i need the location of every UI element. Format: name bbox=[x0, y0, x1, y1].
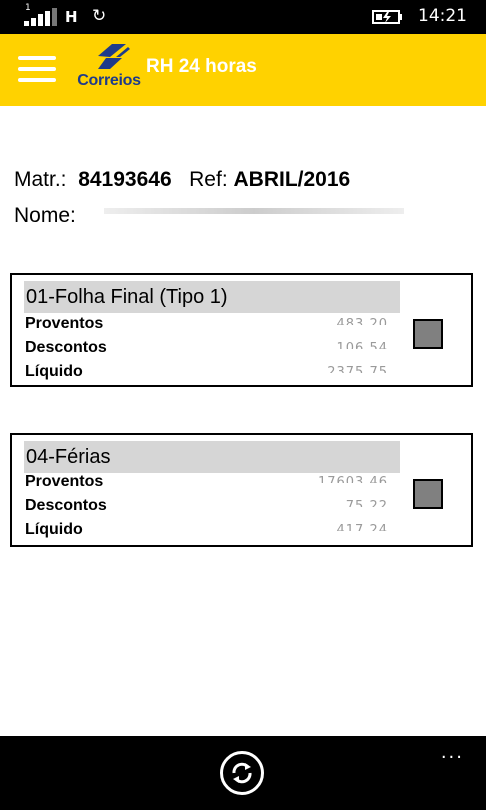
proventos-label: Proventos bbox=[25, 473, 104, 490]
clock: 14:21 bbox=[418, 6, 467, 26]
descontos-label: Descontos bbox=[25, 497, 107, 514]
bottom-app-bar: ... bbox=[0, 736, 486, 810]
logo-text: Correios bbox=[77, 72, 141, 89]
correios-logo-mark bbox=[98, 44, 130, 69]
matr-value: 84193646 bbox=[78, 168, 172, 191]
card-title: 01-Folha Final (Tipo 1) bbox=[24, 281, 400, 313]
refresh-icon bbox=[232, 762, 252, 784]
proventos-label: Proventos bbox=[25, 315, 104, 332]
app-title: RH 24 horas bbox=[146, 56, 257, 77]
matricula-line: Matr.: 84193646 Ref: ABRIL/2016 bbox=[14, 168, 350, 192]
liquido-label: Líquido bbox=[25, 363, 83, 380]
descontos-value: 75,22 bbox=[345, 499, 388, 507]
proventos-value: 483,20 bbox=[336, 317, 388, 325]
name-redacted bbox=[104, 208, 404, 214]
sync-icon: ↻ bbox=[92, 6, 107, 26]
descontos-value: 106,54 bbox=[336, 341, 388, 349]
nome-line: Nome: bbox=[14, 204, 76, 228]
ref-value: ABRIL/2016 bbox=[233, 168, 351, 191]
select-checkbox[interactable] bbox=[413, 319, 443, 349]
battery-charging-icon bbox=[372, 10, 402, 24]
proventos-value: 17603,46 bbox=[317, 475, 388, 483]
liquido-label: Líquido bbox=[25, 521, 83, 538]
card-title: 04-Férias bbox=[24, 441, 400, 473]
select-checkbox[interactable] bbox=[413, 479, 443, 509]
correios-logo: Correios bbox=[76, 42, 142, 98]
liquido-value: 417,24 bbox=[336, 523, 388, 531]
more-options-button[interactable]: ... bbox=[441, 742, 464, 763]
ref-label: Ref: bbox=[189, 168, 228, 191]
descontos-label: Descontos bbox=[25, 339, 107, 356]
network-type: H bbox=[65, 8, 78, 26]
matr-label: Matr.: bbox=[14, 168, 67, 191]
app-header: Correios RH 24 horas bbox=[0, 34, 486, 106]
nome-label: Nome: bbox=[14, 204, 76, 227]
signal-icon bbox=[24, 8, 57, 26]
payslip-card-ferias[interactable]: 04-Férias Proventos 17603,46 Descontos 7… bbox=[10, 433, 473, 547]
payslip-card-folha-final[interactable]: 01-Folha Final (Tipo 1) Proventos 483,20… bbox=[10, 273, 473, 387]
refresh-button[interactable] bbox=[220, 751, 264, 795]
liquido-value: 2375,75 bbox=[327, 365, 388, 373]
menu-icon[interactable] bbox=[18, 54, 56, 84]
status-bar: 1 H ↻ 14:21 bbox=[0, 0, 486, 34]
